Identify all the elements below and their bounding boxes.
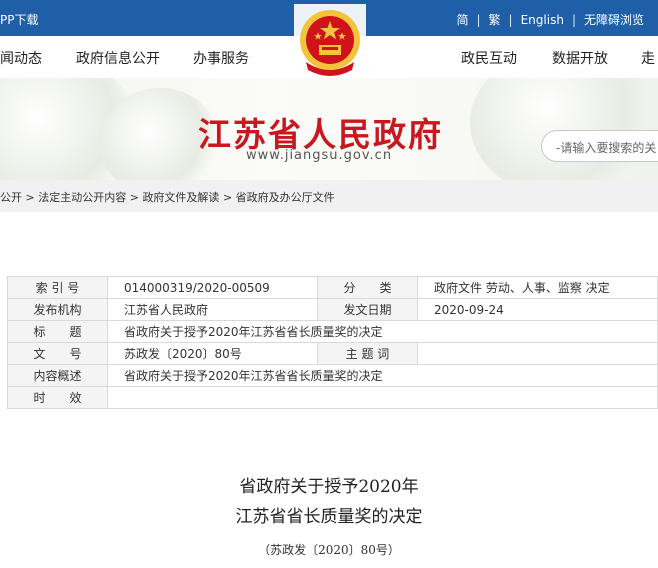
meta-value: 2020-09-24 (417, 298, 658, 321)
accessibility-link[interactable]: 无障碍浏览 (584, 11, 644, 28)
national-emblem-icon (294, 4, 366, 76)
nav-item-more[interactable]: 走 (641, 48, 655, 68)
breadcrumb: 公开 > 法定主动公开内容 > 政府文件及解读 > 省政府及办公厅文件 (0, 180, 658, 212)
meta-value: 政府文件 劳动、人事、监察 决定 (417, 276, 658, 299)
meta-value (417, 342, 658, 365)
separator: | (571, 12, 576, 27)
meta-value (107, 386, 658, 409)
meta-value: 江苏省人民政府 (107, 298, 318, 321)
top-links: 简 | 繁 | English | 无障碍浏览 (456, 11, 644, 28)
table-row: 索 引 号 014000319/2020-00509 分 类 政府文件 劳动、人… (7, 276, 658, 299)
english-link[interactable]: English (521, 13, 564, 27)
table-row: 标 题 省政府关于授予2020年江苏省省长质量奖的决定 (7, 320, 658, 343)
flower-decoration (470, 78, 658, 180)
separator: | (476, 12, 481, 27)
document-title-line2: 江苏省省长质量奖的决定 (235, 507, 423, 527)
site-banner: 江苏省人民政府 www.jiangsu.gov.cn -请输入要搜索的关 (0, 78, 658, 180)
meta-value: 省政府关于授予2020年江苏省省长质量奖的决定 (107, 364, 658, 387)
meta-label: 时 效 (7, 386, 108, 409)
breadcrumb-separator: > (222, 191, 233, 204)
document-heading: 省政府关于授予2020年 江苏省省长质量奖的决定 （苏政发〔2020〕80号） (0, 472, 658, 562)
meta-label: 发布机构 (7, 298, 108, 321)
nav-item-gov-info[interactable]: 政府信息公开 (76, 48, 160, 68)
nav-item-news[interactable]: 闻动态 (0, 48, 42, 68)
meta-label: 发文日期 (317, 298, 418, 321)
breadcrumb-separator: > (25, 191, 35, 204)
meta-value: 014000319/2020-00509 (107, 276, 318, 299)
separator: | (508, 12, 513, 27)
simplified-chinese-link[interactable]: 简 (456, 11, 468, 28)
breadcrumb-separator: > (129, 191, 139, 204)
table-row: 时 效 (7, 386, 658, 409)
meta-label: 索 引 号 (7, 276, 108, 299)
app-download-link[interactable]: PP下载 (0, 11, 38, 28)
site-url: www.jiangsu.gov.cn (246, 148, 393, 163)
meta-label: 标 题 (7, 320, 108, 343)
breadcrumb-item[interactable]: 法定主动公开内容 (38, 191, 126, 204)
meta-value: 省政府关于授予2020年江苏省省长质量奖的决定 (107, 320, 658, 343)
meta-label: 主 题 词 (317, 342, 418, 365)
document-number: （苏政发〔2020〕80号） (258, 543, 400, 557)
search-input[interactable]: -请输入要搜索的关 (541, 130, 658, 162)
document-meta-table: 索 引 号 014000319/2020-00509 分 类 政府文件 劳动、人… (7, 276, 658, 409)
meta-label: 内容概述 (7, 364, 108, 387)
breadcrumb-trail: 公开 > 法定主动公开内容 > 政府文件及解读 > 省政府及办公厅文件 (0, 189, 335, 205)
meta-label: 分 类 (317, 276, 418, 299)
document-title-line1: 省政府关于授予2020年 (239, 477, 419, 497)
nav-item-open-data[interactable]: 数据开放 (552, 48, 608, 68)
table-row: 发布机构 江苏省人民政府 发文日期 2020-09-24 (7, 298, 658, 321)
nav-item-interaction[interactable]: 政民互动 (461, 48, 517, 68)
breadcrumb-item[interactable]: 省政府及办公厅文件 (236, 191, 335, 204)
traditional-chinese-link[interactable]: 繁 (489, 11, 501, 28)
meta-label: 文 号 (7, 342, 108, 365)
breadcrumb-item[interactable]: 公开 (0, 191, 22, 204)
nav-item-services[interactable]: 办事服务 (193, 48, 249, 68)
table-row: 内容概述 省政府关于授予2020年江苏省省长质量奖的决定 (7, 364, 658, 387)
meta-value: 苏政发〔2020〕80号 (107, 342, 318, 365)
table-row: 文 号 苏政发〔2020〕80号 主 题 词 (7, 342, 658, 365)
breadcrumb-item[interactable]: 政府文件及解读 (142, 191, 219, 204)
